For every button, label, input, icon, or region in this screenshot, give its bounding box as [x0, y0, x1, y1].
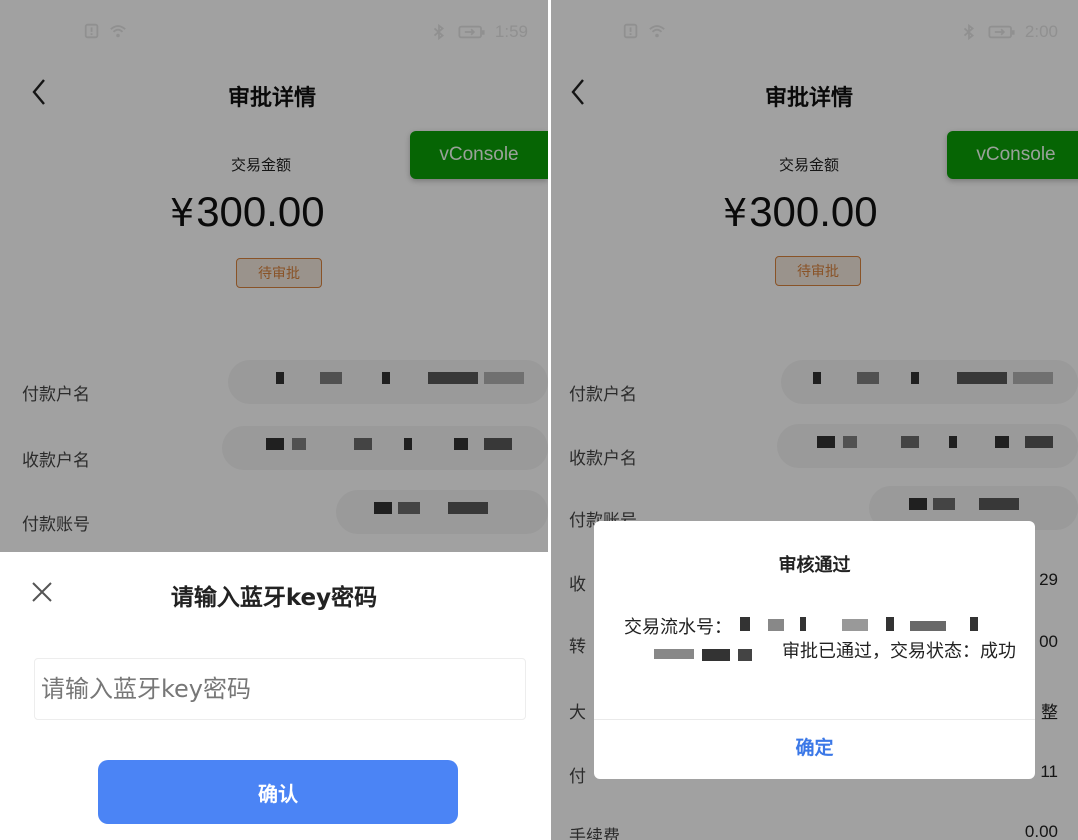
row-value: 整 — [1041, 703, 1058, 722]
amount-value: ¥300.00 — [170, 188, 325, 236]
detail-row: 收款户名 — [0, 426, 548, 480]
row-value: 29 — [1039, 570, 1058, 589]
row-label: 收款户名 — [569, 449, 637, 469]
redacted-serial-cont — [638, 645, 768, 665]
page-title: 审批详情 — [228, 86, 317, 111]
vconsole-button[interactable]: vConsole — [947, 131, 1078, 179]
status-badge: 待审批 — [775, 256, 861, 286]
row-label: 手续费 — [569, 827, 620, 840]
amount-value: ¥300.00 — [723, 188, 878, 236]
row-label: 转 — [569, 637, 586, 657]
redacted-serial — [734, 613, 1004, 635]
amount-label: 交易金额 — [231, 156, 292, 174]
password-sheet: 请输入蓝牙key密码 确认 — [0, 552, 548, 840]
redacted-value — [777, 424, 1078, 468]
redacted-value — [228, 360, 548, 404]
row-value: 11 — [1040, 762, 1058, 781]
currency-symbol: ¥ — [170, 191, 195, 235]
status-time: 2:00 — [1024, 22, 1058, 41]
notification-icon — [623, 23, 638, 39]
right-screen: 2:00 审批详情 vConsole 交易金额 ¥300.00 待审批 付款户名… — [551, 0, 1078, 840]
row-label: 付款户名 — [22, 385, 90, 405]
currency-symbol: ¥ — [723, 191, 748, 235]
redacted-value — [222, 426, 548, 470]
wifi-icon — [110, 25, 126, 38]
serial-number-label: 交易流水号： — [624, 617, 732, 638]
detail-row: 付款账号 — [0, 490, 548, 544]
bluetooth-icon — [433, 23, 444, 41]
detail-row: 收款户名 — [551, 424, 1078, 478]
vconsole-button[interactable]: vConsole — [410, 131, 548, 179]
battery-icon — [988, 25, 1015, 39]
amount-number: 300.00 — [196, 188, 325, 235]
row-label: 付款账号 — [22, 515, 90, 535]
status-bar: 1:59 — [0, 0, 548, 62]
detail-row: 付款户名 — [551, 360, 1078, 414]
page-title: 审批详情 — [765, 86, 854, 111]
battery-icon — [458, 25, 485, 39]
wifi-icon — [649, 25, 665, 38]
redacted-value — [336, 490, 548, 534]
back-icon[interactable] — [565, 70, 605, 114]
row-label: 收款户名 — [22, 451, 90, 471]
row-label: 付 — [569, 767, 586, 787]
row-value: 00 — [1039, 632, 1058, 651]
status-time: 1:59 — [494, 22, 528, 41]
left-screen: 1:59 审批详情 vConsole 交易金额 ¥300.00 待审批 付款户名… — [0, 0, 548, 840]
row-label: 大 — [569, 703, 586, 723]
status-icons-right: 1:59 — [429, 22, 528, 42]
notification-icon — [84, 23, 99, 39]
redacted-value — [781, 360, 1078, 404]
row-value: 0.00 — [1024, 822, 1058, 840]
sheet-title: 请输入蓝牙key密码 — [170, 585, 378, 611]
amount-number: 300.00 — [749, 188, 878, 235]
status-icons-left — [82, 22, 128, 40]
dialog-title: 审核通过 — [778, 555, 851, 576]
ok-button[interactable]: 确定 — [594, 720, 1035, 779]
nav-bar: 审批详情 — [551, 62, 1078, 128]
confirm-button[interactable]: 确认 — [98, 760, 458, 824]
row-label: 收 — [569, 575, 586, 595]
status-icons-left — [621, 22, 667, 40]
row-label: 付款户名 — [569, 385, 637, 405]
approval-dialog: 审核通过 交易流水号： 审批已通过，交易状态：成功 确定 — [594, 521, 1035, 779]
back-icon[interactable] — [26, 70, 66, 114]
status-badge: 待审批 — [236, 258, 322, 288]
status-bar: 2:00 — [551, 0, 1078, 62]
detail-row: 手续费 0.00 — [551, 812, 1078, 840]
dialog-message: 审批已通过，交易状态：成功 — [782, 641, 1016, 662]
bluetooth-icon — [963, 23, 974, 41]
status-icons-right: 2:00 — [959, 22, 1058, 42]
password-input[interactable] — [34, 658, 526, 720]
detail-row: 付款户名 — [0, 360, 548, 414]
amount-label: 交易金额 — [779, 156, 840, 174]
nav-bar: 审批详情 — [0, 62, 548, 128]
